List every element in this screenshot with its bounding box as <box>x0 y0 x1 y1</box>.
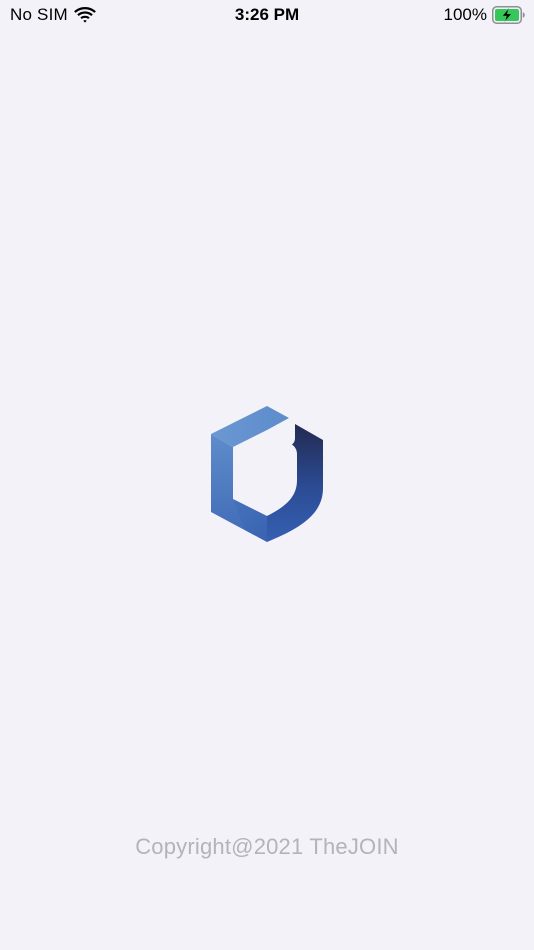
copyright-text: Copyright@2021 TheJOIN <box>135 834 399 859</box>
splash-screen: No SIM 3:26 PM 100% Copyright@2021 TheJO… <box>0 0 534 950</box>
battery-charging-icon <box>492 6 525 24</box>
thejoin-logo-icon <box>211 406 323 542</box>
status-bar: No SIM 3:26 PM 100% <box>0 0 534 32</box>
app-logo <box>209 404 325 544</box>
battery-percent: 100% <box>443 5 487 24</box>
status-right: 100% <box>444 5 526 25</box>
